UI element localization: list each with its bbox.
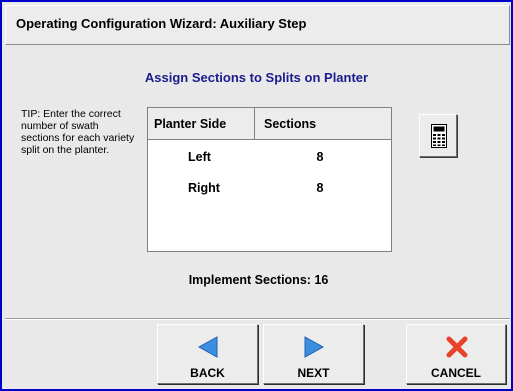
table-row-left[interactable]: Left 8 (148, 150, 391, 170)
arrow-right-icon (304, 336, 325, 358)
wizard-window: Operating Configuration Wizard: Auxiliar… (0, 0, 513, 391)
x-icon (446, 336, 468, 358)
arrow-left-icon (197, 336, 218, 358)
table-row-right[interactable]: Right 8 (148, 181, 391, 201)
column-header-planter-side: Planter Side (154, 117, 227, 131)
tip-text: TIP: Enter the correct number of swath s… (21, 108, 135, 156)
cancel-label: CANCEL (431, 366, 481, 380)
column-header-sections: Sections (264, 117, 317, 131)
calculator-icon (431, 124, 447, 148)
implement-sections-total: Implement Sections: 16 (188, 273, 329, 287)
title-bar: Operating Configuration Wizard: Auxiliar… (5, 5, 510, 45)
sections-cell[interactable]: 8 (310, 150, 330, 164)
sections-cell[interactable]: 8 (310, 181, 330, 195)
back-label: BACK (190, 366, 225, 380)
table-header: Planter Side Sections (148, 108, 391, 140)
next-button[interactable]: NEXT (263, 324, 364, 384)
page-heading: Assign Sections to Splits on Planter (144, 70, 369, 85)
column-divider (254, 108, 255, 140)
next-label: NEXT (297, 366, 330, 380)
planter-side-cell: Left (188, 150, 211, 164)
footer-divider (5, 318, 510, 320)
window-title: Operating Configuration Wizard: Auxiliar… (16, 16, 307, 31)
back-button[interactable]: BACK (157, 324, 258, 384)
sections-table: Planter Side Sections Left 8 Right 8 (147, 107, 392, 252)
cancel-button[interactable]: CANCEL (406, 324, 506, 384)
calculator-button[interactable] (419, 114, 457, 157)
planter-side-cell: Right (188, 181, 220, 195)
